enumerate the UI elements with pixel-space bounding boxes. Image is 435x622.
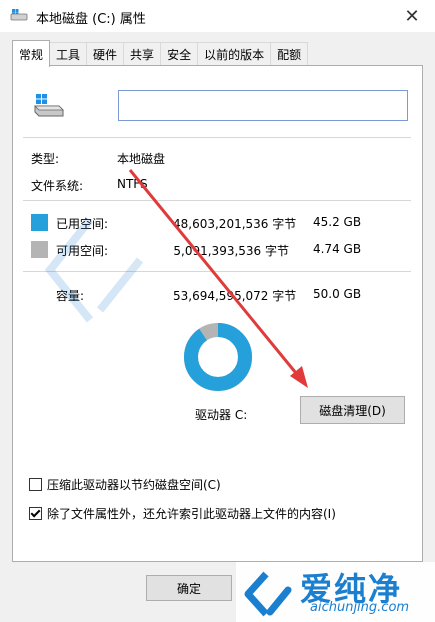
tab-security[interactable]: 安全 <box>160 42 199 65</box>
capacity-bytes: 53,694,595,072 字节 <box>173 289 297 303</box>
capacity-size: 50.0 GB <box>313 287 362 301</box>
used-space-label: 已用空间: <box>56 217 109 231</box>
general-panel: 类型: 本地磁盘 文件系统: NTFS 已用空间: 48,603,201,536… <box>12 65 423 562</box>
window-title: 本地磁盘 (C:) 属性 <box>36 12 146 27</box>
used-space-ring <box>184 323 252 391</box>
tab-quota[interactable]: 配额 <box>270 42 309 65</box>
disk-cleanup-button[interactable]: 磁盘清理(D) <box>300 396 405 424</box>
type-value: 本地磁盘 <box>117 152 166 166</box>
drive-icon <box>34 94 64 117</box>
free-space-bytes: 5,091,393,536 字节 <box>173 244 289 258</box>
free-space-swatch <box>31 241 48 258</box>
close-icon: ✕ <box>404 5 420 27</box>
watermark-badge: 爱纯净 aichunjing.com <box>236 562 435 622</box>
tab-general[interactable]: 常规 <box>12 40 51 67</box>
separator <box>23 137 411 138</box>
drive-label: 驱动器 C: <box>195 408 248 422</box>
capacity-label: 容量: <box>56 289 85 303</box>
used-space-bytes: 48,603,201,536 字节 <box>173 217 297 231</box>
watermark-logo-icon <box>244 571 292 617</box>
tab-sharing[interactable]: 共享 <box>123 42 162 65</box>
tab-tools[interactable]: 工具 <box>49 42 88 65</box>
ok-button[interactable]: 确定 <box>146 575 232 601</box>
type-label: 类型: <box>31 152 60 166</box>
free-space-label: 可用空间: <box>56 244 109 258</box>
free-space-size: 4.74 GB <box>313 242 362 256</box>
drive-title-icon <box>10 9 28 21</box>
compress-row[interactable]: 压缩此驱动器以节约磁盘空间(C) <box>29 476 221 493</box>
tab-previous-versions[interactable]: 以前的版本 <box>197 42 272 65</box>
properties-window: 本地磁盘 (C:) 属性 ✕ 常规 工具 硬件 共享 安全 以前的版本 配额 类… <box>0 0 435 622</box>
separator <box>23 271 411 272</box>
filesystem-value: NTFS <box>117 177 148 191</box>
usage-donut <box>184 323 252 391</box>
compress-label: 压缩此驱动器以节约磁盘空间(C) <box>47 478 221 492</box>
compress-checkbox[interactable] <box>29 478 42 491</box>
tab-hardware[interactable]: 硬件 <box>86 42 125 65</box>
used-space-swatch <box>31 214 48 231</box>
filesystem-label: 文件系统: <box>31 179 84 193</box>
index-checkbox[interactable] <box>29 507 42 520</box>
index-label: 除了文件属性外，还允许索引此驱动器上文件的内容(I) <box>47 507 336 521</box>
close-button[interactable]: ✕ <box>389 0 435 32</box>
tab-bar: 常规 工具 硬件 共享 安全 以前的版本 配额 <box>12 40 309 67</box>
index-row[interactable]: 除了文件属性外，还允许索引此驱动器上文件的内容(I) <box>29 505 336 522</box>
title-bar: 本地磁盘 (C:) 属性 ✕ <box>0 0 435 32</box>
separator <box>23 200 411 201</box>
watermark-url: aichunjing.com <box>310 600 410 615</box>
drive-name-input[interactable] <box>118 90 408 121</box>
used-space-size: 45.2 GB <box>313 215 362 229</box>
